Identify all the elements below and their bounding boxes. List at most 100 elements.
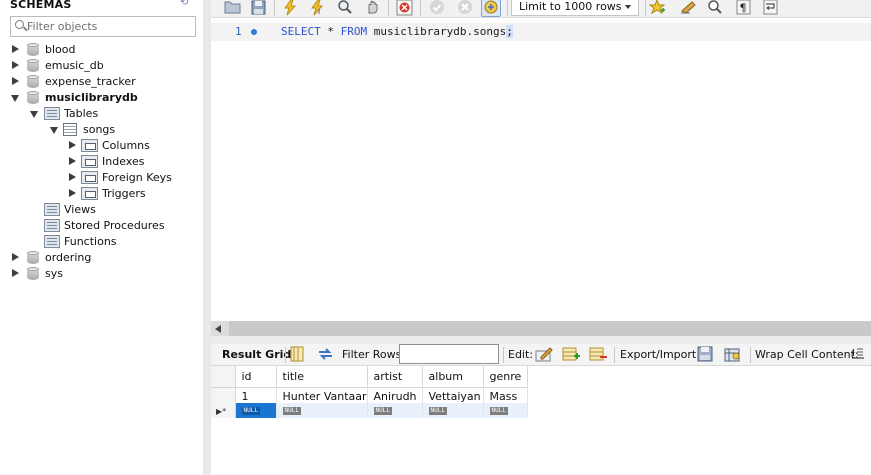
column-header-album[interactable]: album [422, 366, 484, 388]
bookmark-star-icon[interactable] [647, 0, 667, 17]
refresh-arrows-icon[interactable] [317, 346, 335, 362]
edit-row-icon[interactable] [535, 346, 553, 362]
export-import-label: Export/Import: [620, 348, 700, 361]
filter-objects-field[interactable] [10, 16, 196, 37]
cell-id[interactable]: 1 [235, 387, 277, 403]
schema-item-musiclibrarydb[interactable]: musiclibrarydb [0, 90, 203, 106]
statement-marker-icon [251, 29, 257, 35]
new-row-marker[interactable]: ▶* [211, 403, 236, 418]
folder-item-functions[interactable]: Functions [0, 234, 203, 250]
table-item-songs[interactable]: songs [0, 122, 203, 138]
collapse-arrow-icon[interactable] [11, 95, 19, 102]
schema-item-emusic-db[interactable]: emusic_db [0, 58, 203, 74]
sub-item-triggers[interactable]: Triggers [0, 186, 203, 202]
new-cell-id[interactable]: NULL [235, 403, 277, 418]
sub-item-label: Indexes [102, 155, 145, 168]
search-icon [15, 20, 24, 29]
edit-label: Edit: [508, 348, 534, 361]
result-grid[interactable]: id title artist album genre 1 Hunter Van… [211, 366, 871, 475]
beautify-icon[interactable] [678, 0, 698, 17]
filter-objects-input[interactable] [27, 19, 193, 34]
invisible-chars-icon[interactable]: ¶ [733, 0, 753, 17]
chevron-down-icon [625, 5, 631, 9]
schema-item-expense-tracker[interactable]: expense_tracker [0, 74, 203, 90]
folder-item-stored-procedures[interactable]: Stored Procedures [0, 218, 203, 234]
database-icon [27, 59, 39, 73]
expand-arrow-icon[interactable] [12, 253, 19, 261]
expand-arrow-icon[interactable] [12, 61, 19, 69]
filter-rows-input[interactable] [399, 344, 499, 364]
sub-item-columns[interactable]: Columns [0, 138, 203, 154]
null-badge: NULL [428, 407, 447, 415]
cell-album[interactable]: Vettaiyan [422, 387, 484, 403]
scroll-left-icon[interactable] [215, 325, 221, 333]
row-header[interactable] [211, 387, 236, 403]
execute-current-icon[interactable]: I [307, 0, 327, 17]
toolbar-separator [388, 0, 389, 16]
new-cell-album[interactable]: NULL [422, 403, 484, 418]
folder-item-views[interactable]: Views [0, 202, 203, 218]
new-row[interactable]: ▶* NULL NULL NULL NULL NULL [211, 403, 528, 418]
expand-arrow-icon[interactable] [69, 173, 76, 181]
cell-title[interactable]: Hunter Vantaar [276, 387, 368, 403]
folder-item-tables[interactable]: Tables [0, 106, 203, 122]
expand-arrow-icon[interactable] [69, 189, 76, 197]
export-icon[interactable] [697, 346, 715, 362]
new-cell-artist[interactable]: NULL [367, 403, 423, 418]
panel-splitter[interactable] [203, 0, 211, 475]
insert-row-icon[interactable] [562, 346, 580, 362]
expand-arrow-icon[interactable] [69, 157, 76, 165]
schema-item-sys[interactable]: sys [0, 266, 203, 282]
new-cell-title[interactable]: NULL [276, 403, 368, 418]
sub-item-indexes[interactable]: Indexes [0, 154, 203, 170]
refresh-icon[interactable]: ⟲ [180, 0, 194, 8]
panel-divider[interactable] [211, 336, 871, 344]
null-badge: NULL [373, 407, 392, 415]
null-badge: NULL [489, 407, 508, 415]
sql-statement[interactable]: SELECT * FROM musiclibrarydb.songs; [281, 25, 513, 38]
commit-icon[interactable] [427, 0, 447, 17]
open-folder-icon[interactable] [222, 0, 242, 17]
collapse-arrow-icon[interactable] [30, 111, 38, 118]
schema-item-ordering[interactable]: ordering [0, 250, 203, 266]
svg-text:I: I [852, 348, 855, 359]
execute-icon[interactable] [280, 0, 300, 17]
find-icon[interactable] [705, 0, 725, 17]
toolbar-separator [614, 347, 615, 363]
column-header-genre[interactable]: genre [483, 366, 528, 388]
collapse-arrow-icon[interactable] [50, 127, 58, 134]
stop-icon[interactable] [362, 0, 382, 17]
expand-arrow-icon[interactable] [12, 269, 19, 277]
result-grid-tab[interactable]: Result Grid [222, 348, 291, 361]
save-icon[interactable] [248, 0, 268, 17]
cell-artist[interactable]: Anirudh [367, 387, 423, 403]
expand-arrow-icon[interactable] [12, 77, 19, 85]
expand-arrow-icon[interactable] [12, 45, 19, 53]
wrap-cell-icon[interactable]: I [851, 346, 869, 362]
column-header-id[interactable]: id [235, 366, 277, 388]
column-header-title[interactable]: title [276, 366, 368, 388]
autocommit-icon[interactable] [481, 0, 501, 17]
database-icon [27, 91, 39, 105]
import-icon[interactable] [724, 346, 742, 362]
scrollbar-thumb[interactable] [229, 321, 871, 336]
line-number: 1 [235, 25, 242, 38]
table-row[interactable]: 1 Hunter Vantaar Anirudh Vettaiyan Mass [211, 387, 528, 403]
toggle-error-icon[interactable] [394, 0, 414, 17]
schema-item-blood[interactable]: blood [0, 42, 203, 58]
sql-editor[interactable]: 1 SELECT * FROM musiclibrarydb.songs; [211, 18, 871, 321]
schema-label: sys [45, 267, 63, 280]
form-view-icon[interactable] [290, 346, 308, 362]
rollback-icon[interactable] [455, 0, 475, 17]
column-header-artist[interactable]: artist [367, 366, 423, 388]
expand-arrow-icon[interactable] [69, 141, 76, 149]
horizontal-scrollbar[interactable] [211, 321, 871, 336]
cell-genre[interactable]: Mass [483, 387, 528, 403]
delete-row-icon[interactable] [589, 346, 607, 362]
new-cell-genre[interactable]: NULL [483, 403, 528, 418]
result-toolbar: Result Grid Filter Rows: Edit: Export/Im… [211, 344, 871, 366]
wrap-lines-icon[interactable] [760, 0, 780, 17]
limit-rows-select[interactable]: Limit to 1000 rows [511, 0, 639, 16]
explain-icon[interactable] [335, 0, 355, 17]
sub-item-foreign-keys[interactable]: Foreign Keys [0, 170, 203, 186]
